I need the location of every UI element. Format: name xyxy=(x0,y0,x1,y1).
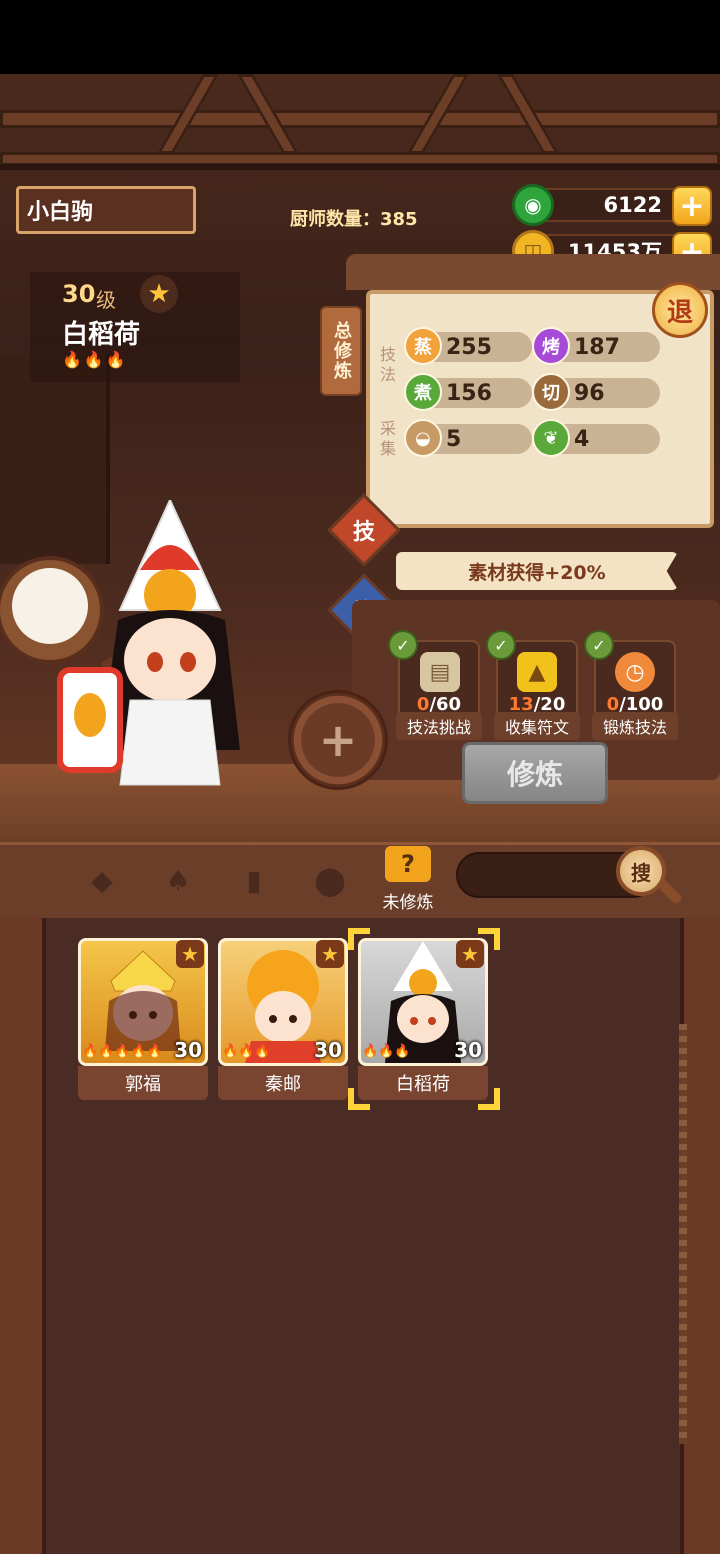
chef-card[interactable]: ★ 🔥🔥🔥 30 秦邮 xyxy=(218,938,348,1104)
face xyxy=(124,618,216,702)
question-book-icon: ? xyxy=(385,846,431,882)
chef-level: 30 xyxy=(62,280,96,308)
selection-corner xyxy=(348,928,370,950)
rune-icon: ▲ xyxy=(517,652,557,692)
check-icon: ✓ xyxy=(486,630,516,660)
stat-value: 255 xyxy=(446,334,492,360)
check-icon: ✓ xyxy=(388,630,418,660)
cut-icon: 切 xyxy=(532,373,570,411)
list-frame-left xyxy=(0,918,46,1554)
stat-bread: ◒ 5 xyxy=(404,419,532,457)
card-level: 30 xyxy=(174,1038,202,1062)
banner-emblem xyxy=(74,693,106,737)
wall-board xyxy=(0,164,720,170)
eye xyxy=(147,652,163,672)
add-jade-button[interactable]: + xyxy=(672,186,712,226)
chef-character[interactable] xyxy=(0,500,290,800)
check-icon: ✓ xyxy=(584,630,614,660)
chef-card[interactable]: ★ 🔥🔥🔥🔥🔥 30 郭福 xyxy=(78,938,208,1104)
roof-beam xyxy=(0,110,720,128)
tab-skill-label: 技 xyxy=(352,520,375,545)
stat-cut: 切 96 xyxy=(532,373,660,411)
card-level: 30 xyxy=(454,1038,482,1062)
player-name-box[interactable]: 小白驹 xyxy=(16,186,196,234)
stat-value: 156 xyxy=(446,380,492,406)
card-level: 30 xyxy=(314,1038,342,1062)
stat-value: 96 xyxy=(574,380,605,406)
card-name: 白稻荷 xyxy=(358,1066,488,1100)
player-name: 小白驹 xyxy=(27,200,94,225)
stat-value: 187 xyxy=(574,334,620,360)
clock-icon: ◷ xyxy=(615,652,655,692)
task-label: 收集符文 xyxy=(494,712,580,740)
roast-icon: 烤 xyxy=(532,327,570,365)
filter-uncultivated[interactable]: ? 未修炼 xyxy=(378,846,438,916)
jade-currency: ◉ 6122 + xyxy=(512,184,712,226)
filter-uncultivated-label: 未修炼 xyxy=(382,893,434,913)
stat-value: 5 xyxy=(446,426,462,452)
jade-icon: ◉ xyxy=(512,184,554,226)
meat-filter-icon[interactable]: ◆ xyxy=(80,858,124,902)
card-flames: 🔥🔥🔥 xyxy=(362,1044,411,1059)
status-bar xyxy=(0,0,720,74)
task-label: 技法挑战 xyxy=(396,712,482,740)
location-filter-icon[interactable]: ⬤ xyxy=(308,858,352,902)
star-icon: ★ xyxy=(176,940,204,968)
stat-value: 4 xyxy=(574,426,590,452)
selection-corner xyxy=(478,928,500,950)
stat-roast: 烤 187 xyxy=(532,327,660,365)
card-flames: 🔥🔥🔥 xyxy=(222,1044,271,1059)
total-cultivation-tag: 总修炼 xyxy=(320,306,362,396)
robe xyxy=(119,699,221,786)
chef-name: 白稻荷 xyxy=(62,320,141,350)
steam-icon: 蒸 xyxy=(404,327,442,365)
selection-corner xyxy=(478,1088,500,1110)
scrollbar[interactable] xyxy=(679,1024,687,1444)
card-flames: 🔥🔥🔥🔥🔥 xyxy=(82,1044,163,1059)
jar-filter-icon[interactable]: ▮ xyxy=(232,858,276,902)
bread-icon: ◒ xyxy=(404,419,442,457)
chef-count: 厨师数量：385 xyxy=(290,209,418,230)
add-chef-button[interactable]: + xyxy=(288,690,388,790)
scroll-icon: ▤ xyxy=(420,652,460,692)
mushroom-filter-icon[interactable]: ♠ xyxy=(156,858,200,902)
cabbage-icon: ❦ xyxy=(532,419,570,457)
selection-corner xyxy=(348,1088,370,1110)
chef-card-selected[interactable]: ★ 🔥🔥🔥 30 白稻荷 xyxy=(358,938,488,1104)
search-button[interactable]: 搜 xyxy=(616,846,666,896)
task-label: 锻炼技法 xyxy=(592,712,678,740)
exit-button[interactable]: 退 xyxy=(652,282,708,338)
jade-value: 6122 xyxy=(603,193,662,217)
star-icon[interactable]: ★ xyxy=(140,275,178,313)
skill-section-label: 技法 xyxy=(377,346,396,386)
bonus-banner: 素材获得+20% xyxy=(396,552,678,590)
eye xyxy=(180,652,196,672)
stat-boil: 煮 156 xyxy=(404,373,532,411)
stat-steam: 蒸 255 xyxy=(404,327,532,365)
boil-icon: 煮 xyxy=(404,373,442,411)
card-name: 秦邮 xyxy=(218,1066,348,1100)
rice-ball xyxy=(12,568,88,644)
chef-level-unit: 级 xyxy=(96,288,116,312)
panel-header xyxy=(346,254,720,290)
card-name: 郭福 xyxy=(78,1066,208,1100)
gather-section-label: 采集 xyxy=(377,420,396,460)
cultivate-button[interactable]: 修炼 xyxy=(462,742,608,804)
stat-vegetable: ❦ 4 xyxy=(532,419,660,457)
chef-flames: 🔥🔥🔥 xyxy=(62,350,128,369)
star-icon: ★ xyxy=(316,940,344,968)
